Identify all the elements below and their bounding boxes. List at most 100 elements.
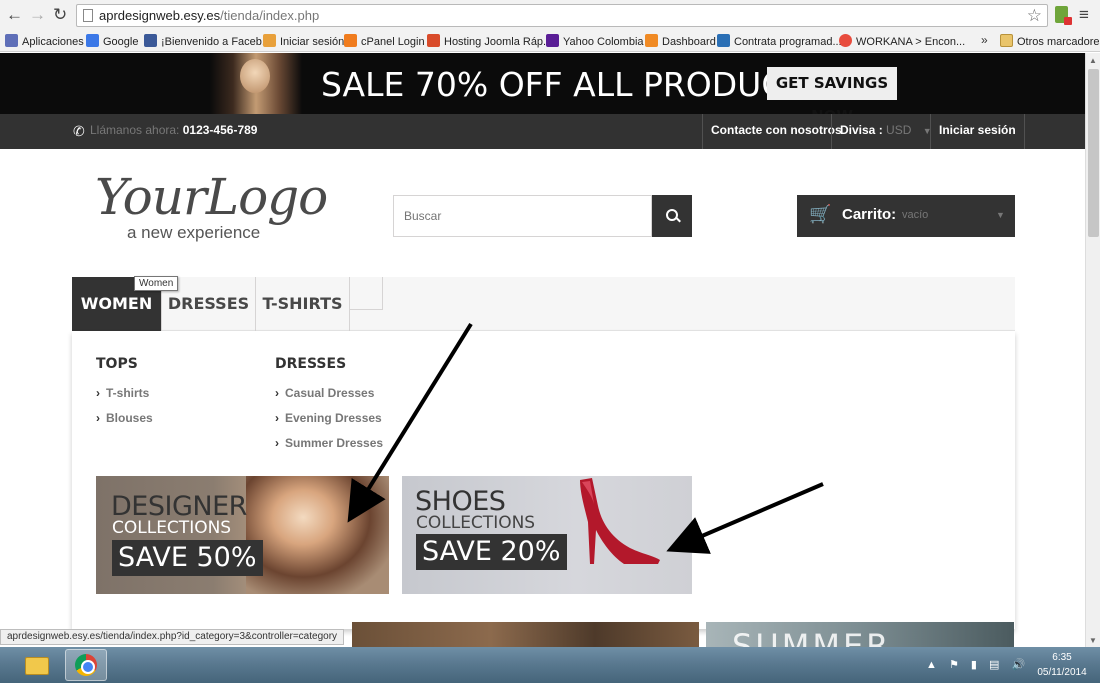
red-shoe-image — [580, 478, 660, 564]
bookmark-item[interactable]: Google — [86, 34, 138, 49]
bookmark-label: Hosting Joomla Ráp... — [444, 36, 553, 48]
cart-button[interactable]: 🛒 Carrito: vacío ▼ — [797, 195, 1015, 237]
shoes-collections-banner[interactable]: SHOES COLLECTIONS SAVE 20% — [402, 476, 692, 594]
bookmark-item[interactable]: Yahoo Colombia — [546, 34, 644, 49]
phone-icon: ✆ — [73, 123, 85, 139]
extension-icon[interactable] — [1055, 6, 1072, 25]
submenu-link-evening-dresses[interactable]: › Evening Dresses — [275, 411, 382, 425]
promo-text: SALE 70% OFF ALL PRODUCTS — [321, 65, 826, 104]
bookmark-item[interactable]: ¡Bienvenido a Faceb... — [144, 34, 271, 49]
show-hidden-icons-icon[interactable]: ▲ — [926, 659, 937, 671]
page-scrollbar[interactable]: ▲ ▼ — [1085, 53, 1100, 647]
battery-icon[interactable]: ▮ — [971, 659, 977, 671]
clock-date: 05/11/2014 — [1037, 667, 1087, 678]
file-explorer-taskbar-button[interactable] — [15, 649, 57, 681]
other-bookmarks[interactable]: Otros marcadores — [1000, 34, 1100, 49]
chrome-taskbar-button[interactable] — [65, 649, 107, 681]
bookmark-item[interactable]: cPanel Login — [344, 34, 425, 49]
logo-text: YourLogo — [95, 168, 328, 226]
login-label: Iniciar sesión — [939, 123, 1016, 137]
link-status-bar: aprdesignweb.esy.es/tienda/index.php?id_… — [0, 629, 345, 645]
contract-icon — [717, 34, 730, 47]
page-viewport: SALE 70% OFF ALL PRODUCTS GET SAVINGS NO… — [0, 53, 1085, 647]
bookmark-label: Iniciar sesión — [280, 36, 345, 48]
designer-collections-banner[interactable]: DESIGNER COLLECTIONS SAVE 50% — [96, 476, 389, 594]
chevron-right-icon: › — [275, 386, 279, 400]
login-link[interactable]: Iniciar sesión — [930, 114, 1025, 149]
bookmark-star-icon[interactable]: ☆ — [1027, 6, 1042, 26]
folder-icon — [1000, 34, 1013, 47]
network-signal-icon[interactable]: ▤ — [989, 659, 999, 671]
reload-icon[interactable]: ↻ — [53, 5, 67, 25]
submenu-link-summer-dresses[interactable]: › Summer Dresses — [275, 436, 383, 450]
model-image — [246, 476, 389, 594]
bookmark-label: WORKANA > Encon... — [856, 36, 966, 48]
cart-label: Carrito: — [842, 206, 897, 223]
bookmark-item[interactable]: Dashboard — [645, 34, 716, 49]
page-icon — [83, 9, 93, 22]
google-icon — [86, 34, 99, 47]
phone-number: 0123-456-789 — [182, 123, 258, 137]
forward-arrow-icon[interactable]: → — [29, 5, 46, 25]
dashboard-icon — [645, 34, 658, 47]
cart-icon: 🛒 — [809, 204, 832, 224]
bookmark-item[interactable]: Hosting Joomla Ráp... — [427, 34, 552, 49]
phone-info: ✆ Llámanos ahora: 0123-456-789 — [73, 123, 258, 139]
search-button[interactable] — [652, 195, 692, 237]
taskbar-clock[interactable]: 6:35 05/11/2014 — [1029, 650, 1095, 680]
bookmark-label: Dashboard — [662, 36, 716, 48]
promo-banner[interactable]: SALE 70% OFF ALL PRODUCTS GET SAVINGS NO… — [0, 53, 1085, 125]
submenu-link-blouses[interactable]: › Blouses — [96, 411, 153, 425]
bookmark-item[interactable]: Aplicaciones — [5, 34, 84, 49]
browser-menu-icon[interactable]: ≡ — [1079, 5, 1089, 25]
menu-tab-tshirts[interactable]: T-SHIRTS — [256, 277, 350, 331]
bookmark-label: Google — [103, 36, 139, 48]
windows-icon — [263, 34, 276, 47]
get-savings-button[interactable]: GET SAVINGS NOW — [767, 67, 897, 125]
chevron-down-icon: ▼ — [996, 210, 1005, 220]
submenu-link-casual-dresses[interactable]: › Casual Dresses — [275, 386, 374, 400]
column-heading-tops[interactable]: TOPS — [96, 356, 138, 372]
volume-icon[interactable]: 🔊 — [1011, 659, 1025, 671]
bookmark-label: Contrata programad... — [734, 36, 842, 48]
call-label: Llámanos ahora: — [90, 123, 180, 137]
bookmark-item[interactable]: WORKANA > Encon... — [839, 34, 965, 49]
search-input[interactable] — [393, 195, 652, 237]
scroll-up-icon[interactable]: ▲ — [1089, 56, 1097, 65]
site-logo[interactable]: YourLogo a new experience — [95, 168, 328, 248]
facebook-icon — [144, 34, 157, 47]
menu-empty-slot — [350, 277, 383, 310]
bookmark-label: cPanel Login — [361, 36, 425, 48]
back-arrow-icon[interactable]: ← — [6, 5, 23, 25]
cpanel-icon — [344, 34, 357, 47]
submenu-link-tshirts[interactable]: › T-shirts — [96, 386, 149, 400]
clock-time: 6:35 — [1052, 652, 1072, 663]
banner-offer: SAVE 20% — [416, 534, 567, 570]
contact-link[interactable]: Contacte con nosotros — [702, 114, 850, 149]
bookmark-item[interactable]: Iniciar sesión — [263, 34, 344, 49]
cart-status: vacío — [902, 209, 929, 221]
bookmark-label: Aplicaciones — [22, 36, 84, 48]
system-tray: ▲ ⚑ ▮ ▤ 🔊 — [926, 658, 1034, 671]
scroll-thumb[interactable] — [1088, 69, 1099, 237]
banner-subtitle: COLLECTIONS — [112, 518, 232, 538]
bookmark-item[interactable]: Contrata programad... — [717, 34, 842, 49]
scroll-down-icon[interactable]: ▼ — [1089, 636, 1097, 645]
banner-subtitle: COLLECTIONS — [416, 513, 536, 533]
column-heading-dresses[interactable]: DRESSES — [275, 356, 346, 372]
main-menu: WOMEN DRESSES T-SHIRTS — [72, 277, 1015, 331]
apps-grid-icon — [5, 34, 18, 47]
summer-banner-text: SUMMER — [732, 627, 892, 647]
currency-selector[interactable]: Divisa : USD ▼ — [831, 114, 932, 149]
link-label: Blouses — [106, 411, 153, 425]
contact-label: Contacte con nosotros — [711, 123, 842, 137]
hosting-icon — [427, 34, 440, 47]
address-bar[interactable]: aprdesignweb.esy.es/tienda/index.php ☆ — [76, 4, 1048, 27]
action-center-flag-icon[interactable]: ⚑ — [949, 659, 959, 671]
browser-toolbar: ← → ↻ aprdesignweb.esy.es/tienda/index.p… — [0, 0, 1100, 30]
logo-tagline: a new experience — [127, 223, 261, 242]
summer-banner[interactable]: SUMMER — [706, 622, 1014, 647]
more-bookmarks-button[interactable]: » — [981, 33, 988, 47]
url-text[interactable]: aprdesignweb.esy.es/tienda/index.php — [99, 8, 319, 23]
bookmark-label: ¡Bienvenido a Faceb... — [161, 36, 272, 48]
